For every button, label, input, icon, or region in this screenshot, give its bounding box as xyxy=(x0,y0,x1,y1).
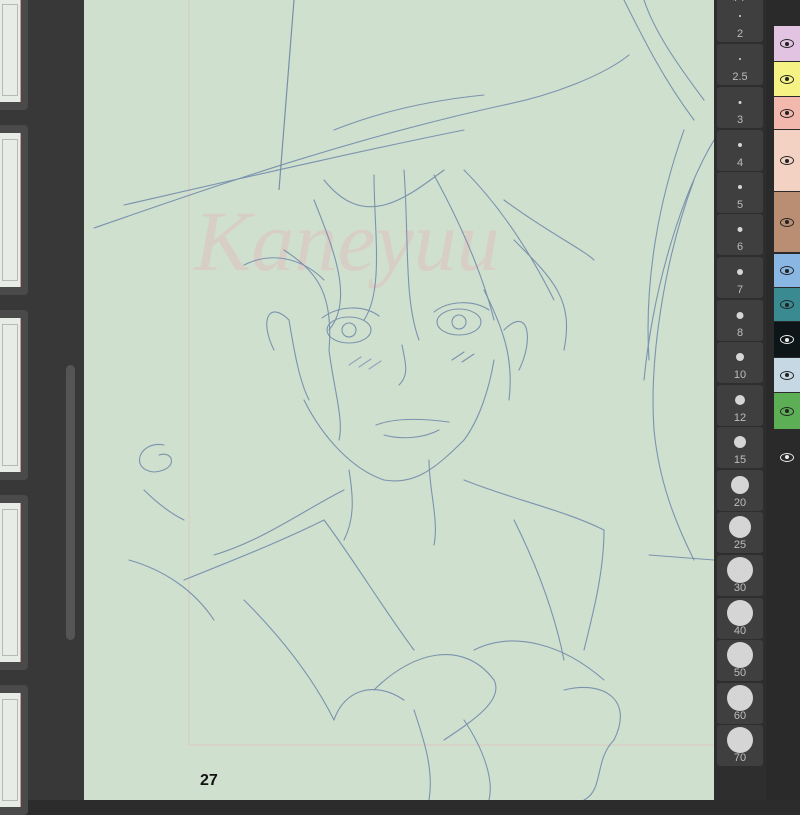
brush-size-button[interactable]: 5 xyxy=(717,172,763,213)
brush-size-button[interactable]: 40 xyxy=(717,598,763,639)
watermark-text: Kaneyuu xyxy=(192,193,500,289)
brush-size-label: 20 xyxy=(733,497,747,509)
eye-icon[interactable] xyxy=(780,300,794,309)
brush-dot-icon xyxy=(727,557,753,583)
brush-size-button[interactable]: 50 xyxy=(717,640,763,681)
brush-dot-icon xyxy=(736,311,744,319)
thumbnail-scrollbar[interactable] xyxy=(66,365,75,640)
brush-dot-icon xyxy=(737,269,743,275)
layer-swatch[interactable] xyxy=(774,322,800,357)
layer-swatch[interactable] xyxy=(774,358,800,392)
layer-swatch[interactable] xyxy=(774,192,800,252)
brush-dot-icon xyxy=(727,600,753,626)
brush-size-label: 70 xyxy=(733,752,747,764)
eye-icon[interactable] xyxy=(780,108,794,118)
brush-size-label: 2.5 xyxy=(732,71,748,83)
brush-size-button[interactable]: 2.5 xyxy=(717,44,763,85)
brush-dot-icon xyxy=(736,353,744,361)
layer-swatch[interactable] xyxy=(774,26,800,61)
page-thumbnail[interactable] xyxy=(0,310,28,480)
brush-size-button[interactable]: 25 xyxy=(717,512,763,553)
page-thumbnail[interactable] xyxy=(0,685,28,815)
brush-size-button[interactable]: 20 xyxy=(717,470,763,511)
brush-size-label: 25 xyxy=(733,539,747,551)
brush-dot-icon xyxy=(727,685,753,711)
brush-size-button[interactable]: 4 xyxy=(717,130,763,171)
brush-size-button[interactable]: 15 xyxy=(717,427,763,468)
brush-dot-icon xyxy=(738,143,742,147)
brush-size-label: 30 xyxy=(733,582,747,594)
brush-size-label: 50 xyxy=(733,667,747,679)
brush-size-button[interactable]: 8 xyxy=(717,300,763,341)
brush-size-label: 3 xyxy=(736,114,744,126)
brush-dot-icon xyxy=(738,185,742,189)
brush-dot-icon xyxy=(738,100,742,104)
page-thumbnail[interactable] xyxy=(0,0,28,110)
brush-size-button[interactable]: 70 xyxy=(717,725,763,766)
page-thumbnail-strip[interactable] xyxy=(0,0,84,815)
eye-icon[interactable] xyxy=(780,335,794,344)
brush-dot-icon xyxy=(739,15,741,17)
page-thumbnail[interactable] xyxy=(0,125,28,295)
brush-size-button[interactable]: 30 xyxy=(717,555,763,596)
page-number: 27 xyxy=(200,772,218,789)
brush-size-button[interactable]: 7 xyxy=(717,257,763,298)
layer-swatch[interactable] xyxy=(774,393,800,429)
brush-dot-icon xyxy=(727,642,753,668)
brush-size-label: 15 xyxy=(733,454,747,466)
eye-icon[interactable] xyxy=(780,74,794,84)
brush-size-label: 8 xyxy=(736,327,744,339)
brush-dot-icon xyxy=(727,727,753,753)
eye-icon[interactable] xyxy=(780,370,794,380)
brush-size-label: 4 xyxy=(736,157,744,169)
eye-icon[interactable] xyxy=(780,452,794,462)
layer-swatch[interactable] xyxy=(774,62,800,96)
brush-size-button[interactable]: 2 xyxy=(717,1,763,42)
brush-dot-icon xyxy=(735,395,745,405)
brush-dot-icon xyxy=(729,516,751,538)
brush-size-label: 5 xyxy=(736,199,744,211)
eye-icon[interactable] xyxy=(780,39,794,48)
brush-size-label: 60 xyxy=(733,710,747,722)
layer-swatch[interactable] xyxy=(774,254,800,287)
brush-size-label: 12 xyxy=(733,412,747,424)
eye-icon[interactable] xyxy=(780,156,794,165)
brush-size-label: 10 xyxy=(733,369,747,381)
page-thumbnail[interactable] xyxy=(0,495,28,670)
brush-size-button[interactable]: 6 xyxy=(717,214,763,255)
brush-size-label: 7 xyxy=(736,284,744,296)
layer-swatch[interactable] xyxy=(774,288,800,321)
brush-size-button[interactable]: 12 xyxy=(717,385,763,426)
brush-size-label: 40 xyxy=(733,625,747,637)
brush-size-button[interactable]: 10 xyxy=(717,342,763,383)
brush-dot-icon xyxy=(734,436,746,448)
eye-icon[interactable] xyxy=(780,217,794,227)
brush-dot-icon xyxy=(731,476,749,494)
drawing-canvas[interactable]: Kaneyuu 27 xyxy=(84,0,714,800)
layer-swatch[interactable] xyxy=(774,130,800,191)
eye-icon[interactable] xyxy=(780,266,794,275)
brush-size-label: 2 xyxy=(736,28,744,40)
brush-size-button[interactable]: 60 xyxy=(717,683,763,724)
brush-size-button[interactable]: 3 xyxy=(717,87,763,128)
brush-dot-icon xyxy=(739,58,741,60)
sketch-artwork: Kaneyuu xyxy=(93,0,714,800)
brush-size-label: 6 xyxy=(736,241,744,253)
brush-dot-icon xyxy=(737,226,743,232)
eye-icon[interactable] xyxy=(780,406,794,416)
layer-color-panel[interactable] xyxy=(766,0,800,800)
layer-swatch[interactable] xyxy=(774,430,800,484)
brush-size-panel[interactable]: 1.522.534567810121520253040506070 xyxy=(714,0,766,800)
layer-swatch[interactable] xyxy=(774,97,800,129)
